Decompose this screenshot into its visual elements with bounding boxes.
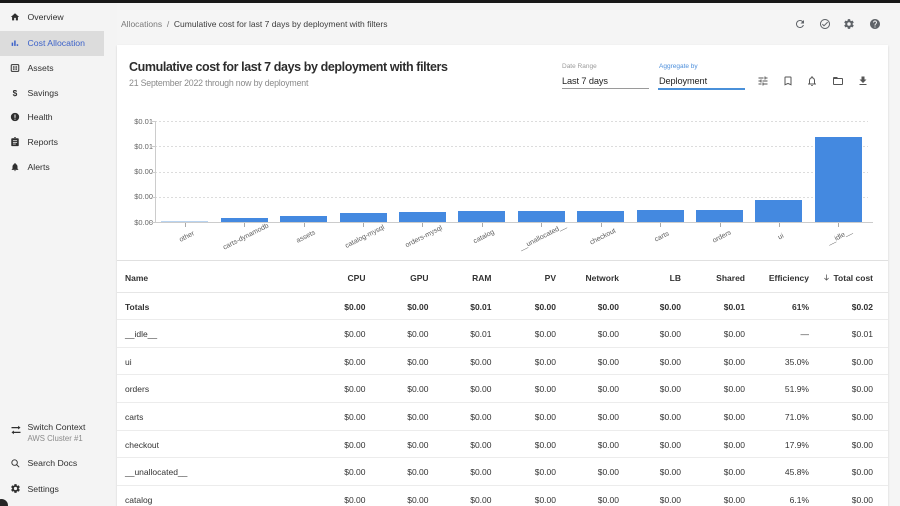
svg-text:$: $ xyxy=(13,88,18,98)
